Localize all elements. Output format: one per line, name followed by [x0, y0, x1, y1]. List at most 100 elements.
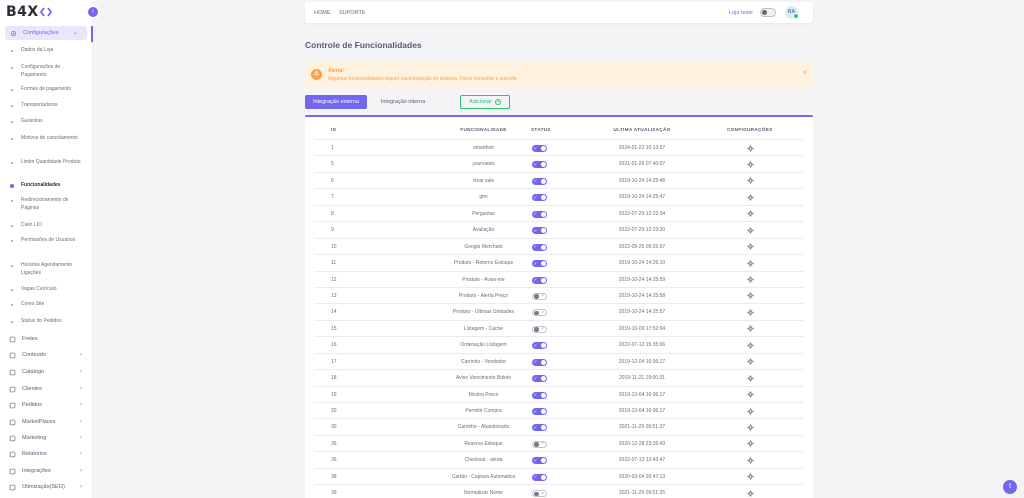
collapse-sidebar-button[interactable]: ‹ [88, 7, 98, 17]
logo[interactable]: B4X [6, 4, 52, 20]
sidebar-subitem[interactable]: Dados da Loja [0, 47, 93, 55]
cell-ultima-atualizacao: 2019-10-24 14:25:59 [618, 276, 666, 283]
settings-button[interactable] [747, 255, 754, 267]
toggle-switch[interactable] [532, 375, 547, 383]
toggle-switch[interactable] [532, 391, 547, 399]
gear-icon [747, 309, 754, 316]
chevron-right-icon: › [80, 468, 82, 474]
sidebar-subitem[interactable]: Transportadoras [0, 102, 93, 110]
toggle-switch[interactable] [532, 161, 547, 169]
toggle-switch[interactable] [532, 309, 547, 317]
toggle-switch[interactable] [532, 424, 547, 432]
settings-button[interactable] [747, 419, 754, 431]
cell-ultima-atualizacao: 2019-10-24 14:25:46 [618, 177, 666, 184]
bullet-icon [11, 321, 13, 323]
sidebar-item-configuracoes[interactable]: Configurações ⌄ [5, 26, 87, 40]
close-icon[interactable]: × [802, 68, 807, 77]
sidebar-item-label: Clientes [22, 386, 42, 392]
toggle-switch[interactable] [532, 457, 547, 465]
settings-button[interactable] [747, 452, 754, 464]
toggle-switch[interactable] [532, 490, 547, 498]
avatar[interactable]: RA [785, 6, 799, 19]
toggle-switch[interactable] [532, 243, 547, 251]
sidebar-subitem[interactable]: Cores Site [0, 301, 93, 309]
tab-integracao-interna[interactable]: Integração interna [372, 95, 434, 109]
sidebar-subitem[interactable]: Formas de pagamento [0, 86, 93, 94]
settings-button[interactable] [747, 288, 754, 300]
sidebar-item[interactable]: MarketPlaces › [0, 417, 93, 427]
toggle-switch[interactable] [532, 292, 547, 300]
sidebar-subitem[interactable]: Redirecionamento de Páginas [0, 197, 93, 212]
settings-button[interactable] [747, 156, 754, 168]
sidebar-subitem[interactable]: Limite Quantidade Produto [0, 159, 93, 167]
toggle-switch[interactable] [532, 473, 547, 481]
sidebar-subitem[interactable]: Motivos de cancelamento [0, 135, 93, 143]
nav-link-home[interactable]: HOME [314, 10, 331, 16]
cell-funcionalidade: Carrinho - Vendedor [460, 358, 507, 365]
sidebar-subitem[interactable]: Status do Pedidos [0, 318, 93, 326]
bullet-icon [11, 105, 13, 107]
nav-link-suporte[interactable]: SUPORTE [339, 10, 366, 16]
toggle-switch[interactable] [532, 440, 547, 448]
toggle-switch[interactable] [532, 358, 547, 366]
sidebar-subitem[interactable]: Funcionalidades [0, 182, 93, 190]
settings-button[interactable] [747, 272, 754, 284]
table-row: 1 smarthint 2024-01-22 10:13:57 [314, 139, 804, 155]
theme-toggle[interactable] [760, 8, 776, 17]
sidebar-subitem[interactable]: Permissões de Usuários [0, 237, 93, 245]
sidebar-subitem-label: Limite Quantidade Produto [21, 159, 81, 165]
toggle-switch[interactable] [532, 177, 547, 185]
sidebar-subitem[interactable]: Garantias [0, 118, 93, 126]
toggle-switch[interactable] [532, 325, 547, 333]
toggle-switch[interactable] [532, 342, 547, 350]
settings-button[interactable] [747, 321, 754, 333]
sidebar-subitem-label: Funcionalidades [21, 182, 61, 188]
sidebar-subitem[interactable]: Configurações de Pagamento [0, 64, 93, 79]
settings-button[interactable] [747, 387, 754, 399]
sidebar-item[interactable]: Fretes [0, 334, 93, 344]
settings-button[interactable] [747, 206, 754, 218]
settings-button[interactable] [747, 189, 754, 201]
toggle-switch[interactable] [532, 260, 547, 268]
store-icon [9, 419, 16, 425]
store-name[interactable]: Loja teste [729, 10, 753, 16]
settings-button[interactable] [747, 370, 754, 382]
sidebar-subitem[interactable]: Horários Agendamento Ligações [0, 262, 93, 277]
sidebar-item[interactable]: Relatórios › [0, 449, 93, 459]
settings-button[interactable] [747, 354, 754, 366]
settings-button[interactable] [747, 173, 754, 185]
gear-icon [747, 161, 754, 168]
settings-button[interactable] [747, 403, 754, 415]
settings-button[interactable] [747, 436, 754, 448]
sidebar-subitem[interactable]: Vagas Currículo [0, 286, 93, 294]
sidebar-item[interactable]: Clientes › [0, 384, 93, 394]
help-button[interactable]: ! [1003, 480, 1017, 494]
toggle-switch[interactable] [532, 276, 547, 284]
sidebar-subitem[interactable]: Cielo LIO [0, 222, 93, 230]
topbar: HOME SUPORTE Loja teste RA [305, 2, 813, 23]
toggle-switch[interactable] [532, 210, 547, 218]
sidebar-item[interactable]: Otimização(SEO) › [0, 482, 93, 492]
settings-button[interactable] [747, 239, 754, 251]
toggle-switch[interactable] [532, 227, 547, 235]
settings-button[interactable] [747, 485, 754, 497]
cell-ultima-atualizacao: 2021-11-29 09:51:37 [618, 424, 666, 431]
toggle-switch[interactable] [532, 408, 547, 415]
add-button[interactable]: Adicionar + [460, 95, 510, 109]
toggle-switch[interactable] [532, 194, 547, 202]
sidebar-item[interactable]: Integrações › [0, 466, 93, 476]
settings-button[interactable] [747, 469, 754, 481]
sidebar-item[interactable]: Catálogo › [0, 367, 93, 377]
settings-button[interactable] [747, 222, 754, 234]
sidebar-item[interactable]: Marketing › [0, 433, 93, 443]
settings-button[interactable] [747, 304, 754, 316]
tab-integracao-externa[interactable]: Integração externa [305, 95, 367, 109]
sidebar-item[interactable]: Pedidos › [0, 400, 93, 410]
settings-button[interactable] [747, 140, 754, 152]
gear-icon [747, 243, 754, 250]
sidebar-item[interactable]: Conteudo › [0, 350, 93, 360]
toggle-switch[interactable] [532, 145, 547, 152]
cell-funcionalidade: Produto - Avise-me [462, 276, 505, 283]
table-row: 15 Listagem - Cache 2019-10-09 17:52:04 [314, 319, 804, 336]
settings-button[interactable] [747, 337, 754, 349]
